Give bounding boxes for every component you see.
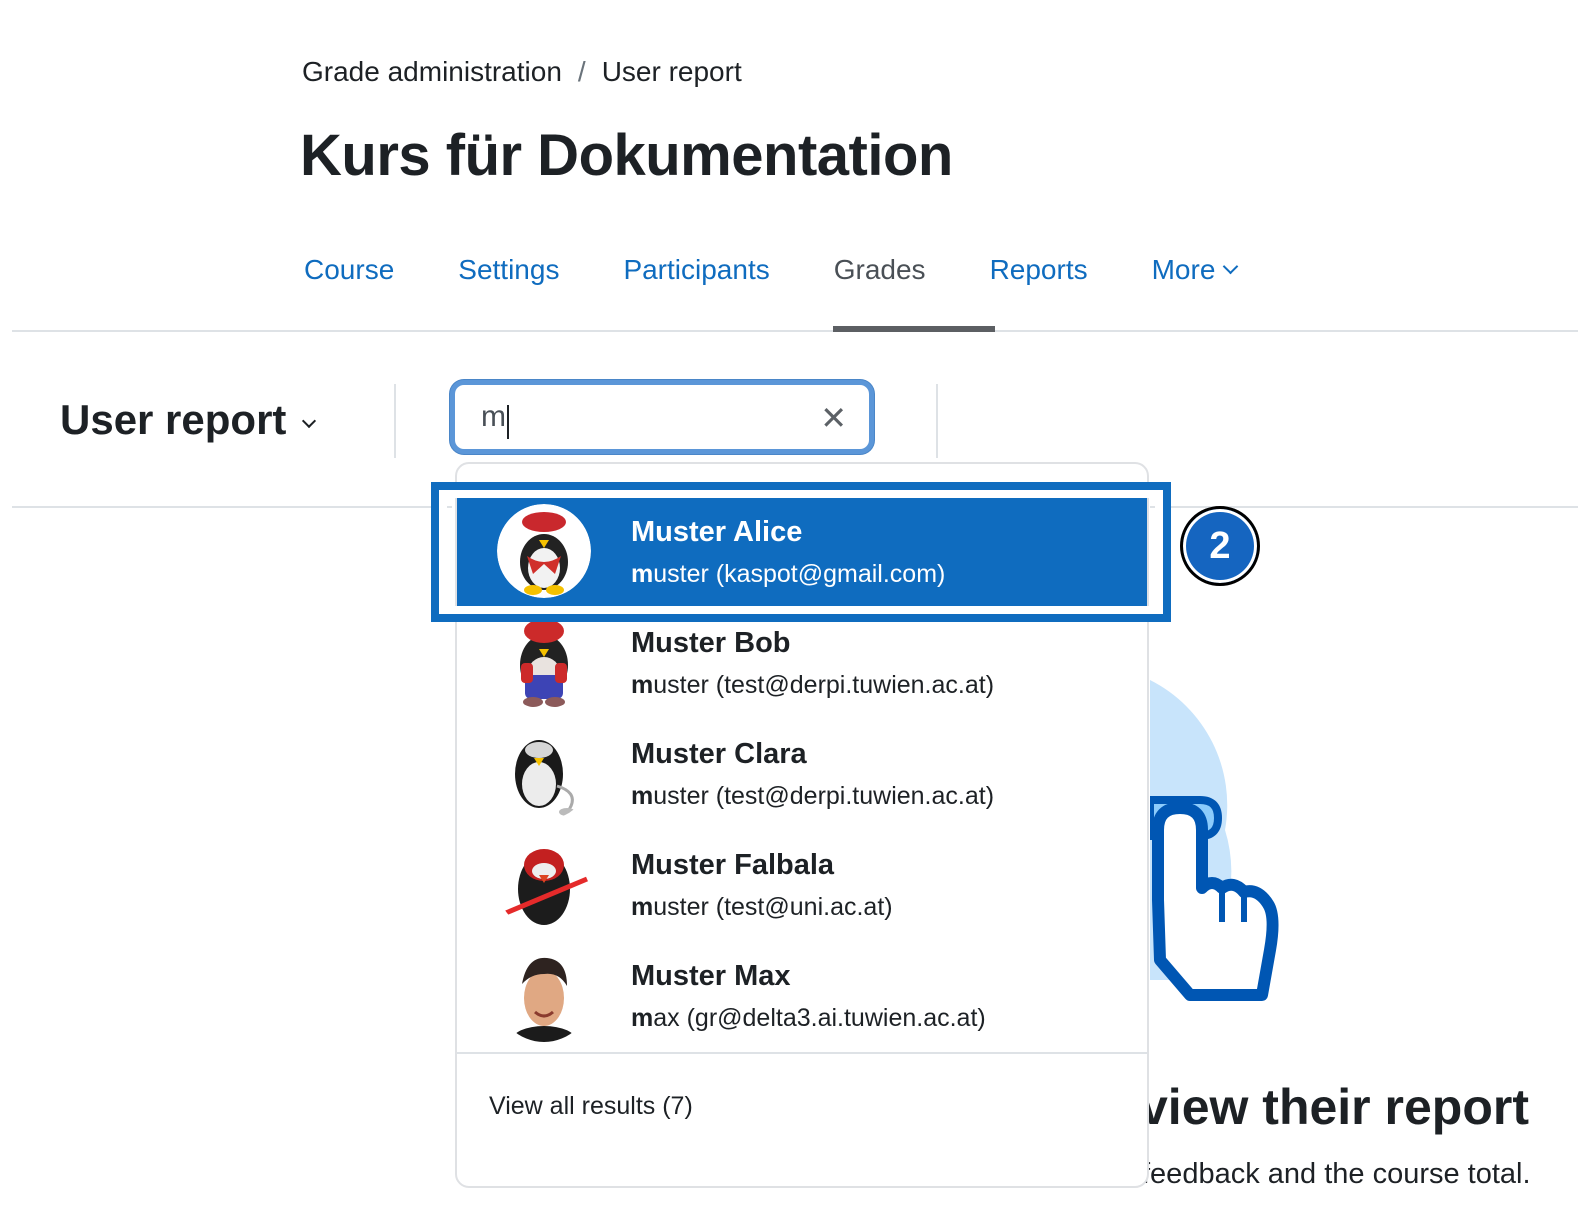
avatar [497,726,591,820]
avatar [497,837,591,931]
avatar [497,615,591,709]
result-name: Muster Falbala [631,849,835,881]
result-detail: muster (test@uni.ac.at) [631,893,893,922]
search-result-item[interactable]: Muster Clara muster (test@derpi.tuwien.a… [457,718,1147,828]
result-username-email: uster (test@uni.ac.at) [653,893,893,921]
report-selector[interactable]: User report [60,396,317,444]
result-match-highlight: m [631,1004,654,1032]
nav-divider [12,330,1578,332]
annotation-highlight-inner [439,490,1163,614]
empty-state-description: feedback and the course total. [1142,1158,1531,1190]
result-detail: max (gr@delta3.ai.tuwien.ac.at) [631,1004,986,1033]
toolbar-divider [394,384,396,458]
report-selector-label: User report [60,396,287,443]
tab-more[interactable]: More [1151,254,1239,286]
search-result-item[interactable]: Muster Max max (gr@delta3.ai.tuwien.ac.a… [457,940,1147,1050]
tab-participants[interactable]: Participants [623,254,769,286]
result-username-email: ax (gr@delta3.ai.tuwien.ac.at) [653,1004,986,1032]
text-caret [507,405,509,439]
result-name: Muster Bob [631,627,791,659]
tab-settings[interactable]: Settings [458,254,559,286]
step-number-badge: 2 [1180,506,1260,586]
section-divider [12,506,452,508]
penguin-sith-avatar-icon [497,837,591,931]
result-detail: muster (test@derpi.tuwien.ac.at) [631,782,994,811]
result-match-highlight: m [631,782,654,810]
result-match-highlight: m [631,893,654,921]
chevron-down-icon [302,413,317,429]
close-icon[interactable]: ✕ [820,399,847,437]
course-navigation: Course Settings Participants Grades Repo… [304,254,1300,286]
tab-reports[interactable]: Reports [990,254,1088,286]
penguin-ipod-avatar-icon [497,726,591,820]
result-detail: muster (test@derpi.tuwien.ac.at) [631,671,994,700]
result-name: Muster Max [631,960,791,992]
empty-state-heading: view their report [1140,1079,1529,1135]
penguin-mario-avatar-icon [497,615,591,709]
breadcrumb-grade-administration[interactable]: Grade administration [302,56,562,87]
pointing-hand-illustration [1150,680,1279,1001]
active-tab-indicator [833,326,995,332]
search-result-item[interactable]: Muster Falbala muster (test@uni.ac.at) [457,829,1147,939]
result-name: Muster Clara [631,738,807,770]
tab-more-label: More [1151,254,1216,285]
result-match-highlight: m [631,671,654,699]
user-search-field[interactable]: ✕ [450,380,874,454]
chevron-down-icon [1223,258,1239,275]
breadcrumb-user-report: User report [601,56,742,87]
view-all-results-link[interactable]: View all results (7) [489,1092,693,1121]
dropdown-divider [457,1052,1147,1054]
result-username-email: uster (test@derpi.tuwien.ac.at) [653,671,995,699]
breadcrumb: Grade administration / User report [302,56,742,88]
breadcrumb-separator: / [577,56,586,87]
avatar [497,948,591,1042]
page-title: Kurs für Dokumentation [300,123,953,188]
toolbar-divider [936,384,938,458]
search-result-item[interactable]: Muster Bob muster (test@derpi.tuwien.ac.… [457,607,1147,717]
user-photo-avatar-icon [497,948,591,1042]
tab-course[interactable]: Course [304,254,394,286]
user-search-input[interactable] [479,399,803,435]
tab-grades[interactable]: Grades [834,254,926,286]
result-username-email: uster (test@derpi.tuwien.ac.at) [653,782,995,810]
